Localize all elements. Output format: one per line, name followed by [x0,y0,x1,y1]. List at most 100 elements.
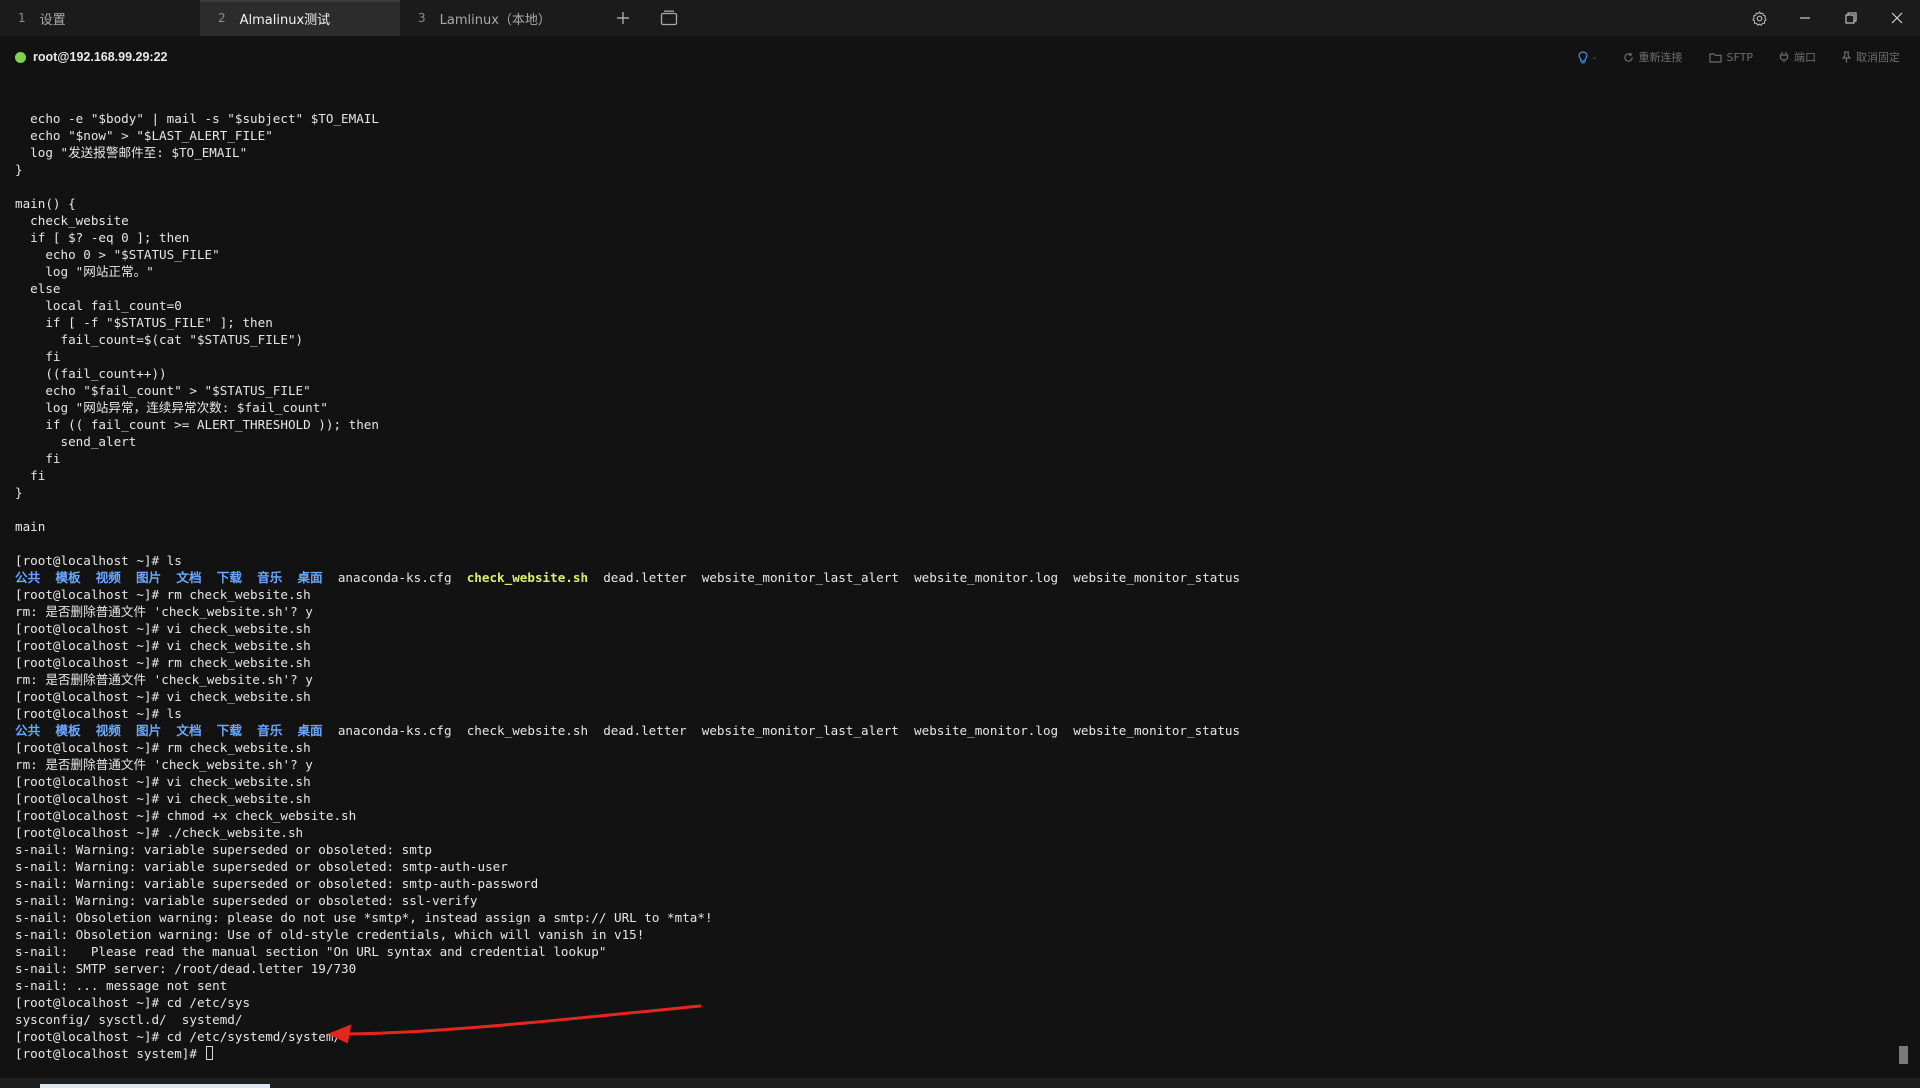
terminal-text: s-nail: Warning: variable superseded or … [15,876,539,891]
terminal-text: [root@localhost ~]# ./check_website.sh [15,825,304,840]
terminal-line: s-nail: Warning: variable superseded or … [15,858,1240,875]
terminal-text: [root@localhost ~]# chmod +x check_websi… [15,808,357,823]
terminal-text: s-nail: Obsoletion warning: Use of old-s… [15,927,645,942]
close-button[interactable] [1874,0,1920,36]
folder-icon [1708,52,1722,63]
session-host: root@192.168.99.29:22 [33,50,168,64]
terminal-line: [root@localhost ~]# ls [15,552,1240,569]
terminal-text: [root@localhost ~]# vi check_website.sh [15,621,311,636]
terminal-text: } [15,162,23,177]
terminal-text: [root@localhost ~]# rm check_website.sh [15,740,311,755]
tab-settings[interactable]: 1 设置 [0,0,200,36]
window-list-icon [660,10,678,26]
terminal-text: log "发送报警邮件至: $TO_EMAIL" [15,145,248,160]
terminal-text: s-nail: Warning: variable superseded or … [15,842,433,857]
terminal-text: sysconfig/ sysctl.d/ systemd/ [15,1012,243,1027]
terminal-line: [root@localhost ~]# ./check_website.sh [15,824,1240,841]
terminal-line: fi [15,348,1240,365]
terminal-line: [root@localhost ~]# vi check_website.sh [15,637,1240,654]
terminal-text: rm: 是否删除普通文件 'check_website.sh'? y [15,604,313,619]
terminal-text: [root@localhost ~]# vi check_website.sh [15,791,311,806]
terminal-text: fail_count=$(cat "$STATUS_FILE") [15,332,304,347]
terminal-line: if [ -f "$STATUS_FILE" ]; then [15,314,1240,331]
terminal-line: send_alert [15,433,1240,450]
session-bar: root@192.168.99.29:22 - 重新连接 SFTP 端口 取消固… [0,36,1920,78]
terminal-line: s-nail: Please read the manual section "… [15,943,1240,960]
terminal-line: s-nail: Obsoletion warning: Use of old-s… [15,926,1240,943]
terminal-line: echo "$fail_count" > "$STATUS_FILE" [15,382,1240,399]
terminal-line: s-nail: Obsoletion warning: please do no… [15,909,1240,926]
terminal-line: echo -e "$body" | mail -s "$subject" $TO… [15,110,1240,127]
terminal-lines: echo -e "$body" | mail -s "$subject" $TO… [15,110,1240,1062]
terminal-text: s-nail: Obsoletion warning: please do no… [15,910,713,925]
close-icon [1891,12,1903,24]
minimize-button[interactable] [1782,0,1828,36]
terminal-scrollbar-thumb[interactable] [1899,1046,1908,1064]
terminal-text: s-nail: SMTP server: /root/dead.letter 1… [15,961,357,976]
terminal-line: } [15,484,1240,501]
restore-icon [1845,12,1857,24]
terminal-line: s-nail: Warning: variable superseded or … [15,875,1240,892]
terminal-line: [root@localhost ~]# vi check_website.sh [15,688,1240,705]
port-button[interactable]: 端口 [1779,49,1816,65]
terminal-text: [root@localhost ~]# vi check_website.sh [15,689,311,704]
unpin-label: 取消固定 [1856,51,1900,64]
tab-label: Lamlinux（本地） [439,12,551,28]
sftp-button[interactable]: SFTP [1708,50,1753,64]
terminal-output[interactable]: echo -e "$body" | mail -s "$subject" $TO… [0,78,1920,1078]
terminal-text: s-nail: Warning: variable superseded or … [15,859,508,874]
terminal-line: fi [15,450,1240,467]
terminal-text: else [15,281,61,296]
terminal-text: echo 0 > "$STATUS_FILE" [15,247,220,262]
terminal-text: [root@localhost ~]# vi check_website.sh [15,638,311,653]
window-list-button[interactable] [646,0,692,36]
gear-icon [1751,10,1767,26]
tab-lamlinux[interactable]: 3 Lamlinux（本地） [400,0,600,36]
terminal-line: fail_count=$(cat "$STATUS_FILE") [15,331,1240,348]
terminal-text: main [15,519,46,534]
terminal-line: main [15,518,1240,535]
terminal-text: s-nail: ... message not sent [15,978,228,993]
directory-listing: 公共 模板 视频 图片 文档 下载 音乐 桌面 [15,570,323,585]
terminal-text: [root@localhost ~]# rm check_website.sh [15,655,311,670]
tab-almalinux[interactable]: 2 Almalinux测试 [200,0,400,36]
pin-icon [1842,51,1851,63]
tab-number: 3 [418,11,426,25]
terminal-text: ((fail_count++)) [15,366,167,381]
terminal-line: main() { [15,195,1240,212]
settings-button[interactable] [1736,0,1782,36]
terminal-line: s-nail: ... message not sent [15,977,1240,994]
terminal-line: rm: 是否删除普通文件 'check_website.sh'? y [15,756,1240,773]
terminal-text: log "网站正常。" [15,264,154,279]
bulb-button[interactable]: - [1577,51,1597,64]
terminal-line: s-nail: Warning: variable superseded or … [15,892,1240,909]
terminal-text: check_website [15,213,129,228]
terminal-line: else [15,280,1240,297]
terminal-text: if (( fail_count >= ALERT_THRESHOLD )); … [15,417,379,432]
unpin-button[interactable]: 取消固定 [1842,49,1900,65]
terminal-line: [root@localhost ~]# chmod +x check_websi… [15,807,1240,824]
terminal-text: [root@localhost ~]# ls [15,706,182,721]
sftp-label: SFTP [1726,50,1753,64]
terminal-line: echo "$now" > "$LAST_ALERT_FILE" [15,127,1240,144]
new-tab-button[interactable] [600,0,646,36]
restore-button[interactable] [1828,0,1874,36]
terminal-text: } [15,485,23,500]
terminal-line: [root@localhost ~]# rm check_website.sh [15,654,1240,671]
terminal-line: [root@localhost ~]# ls [15,705,1240,722]
reconnect-button[interactable]: 重新连接 [1623,49,1683,65]
tab-number: 2 [218,11,226,25]
terminal-text: rm: 是否删除普通文件 'check_website.sh'? y [15,672,313,687]
tab-bar: 1 设置 2 Almalinux测试 3 Lamlinux（本地） [0,0,1920,36]
terminal-text: [root@localhost system]# [15,1046,205,1061]
terminal-text: rm: 是否删除普通文件 'check_website.sh'? y [15,757,313,772]
terminal-text: if [ $? -eq 0 ]; then [15,230,190,245]
terminal-text: main() { [15,196,76,211]
plus-icon [617,12,629,24]
terminal-text: fi [15,451,61,466]
bottom-accent [40,1084,270,1088]
minimize-icon [1800,17,1810,19]
terminal-text: s-nail: Please read the manual section "… [15,944,607,959]
terminal-line: check_website [15,212,1240,229]
